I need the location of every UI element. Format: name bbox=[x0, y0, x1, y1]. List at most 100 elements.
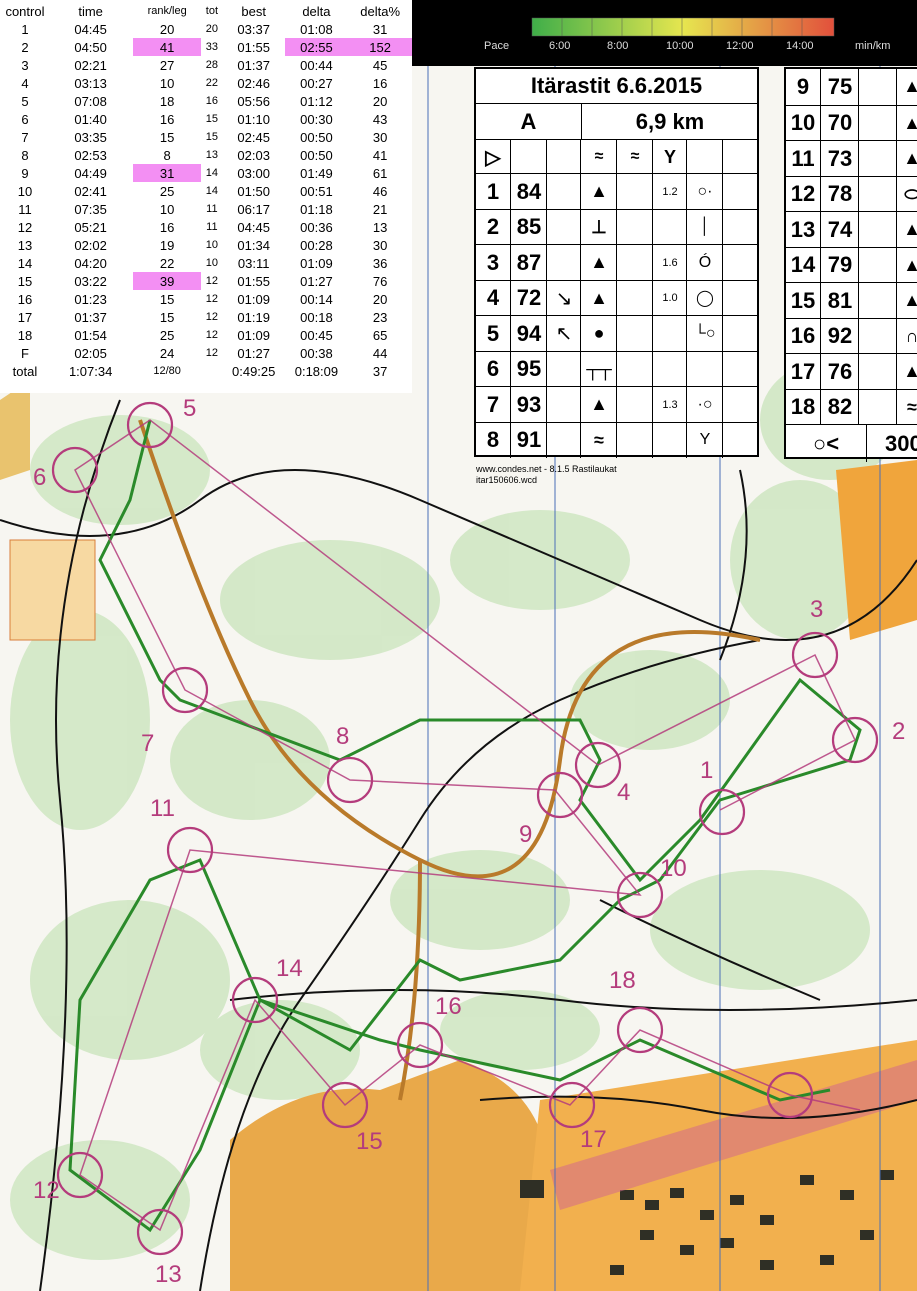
split-cell-best: 01:37 bbox=[237, 57, 270, 73]
split-cell-best: 01:09 bbox=[237, 291, 270, 307]
split-cell-time: 04:49 bbox=[74, 165, 107, 181]
position-icon bbox=[686, 351, 723, 387]
split-cell-tot: 10 bbox=[205, 239, 218, 251]
split-cell-tot: 33 bbox=[205, 41, 218, 53]
description-row: 4 72 ↘ ▲ 1.0 ◯ bbox=[476, 279, 757, 316]
total-cell-pct: 37 bbox=[372, 363, 388, 379]
header-tot: tot bbox=[205, 5, 218, 17]
split-cell-delta: 00:44 bbox=[300, 57, 333, 73]
split-cell-control: 3 bbox=[21, 57, 29, 73]
control-label-4: 4 bbox=[617, 779, 631, 806]
description-row: 14 79 ▲ bbox=[786, 246, 917, 283]
pace-tick-6: 6:00 bbox=[549, 40, 571, 52]
split-cell-delta: 00:18 bbox=[300, 309, 333, 325]
control-number: 16 bbox=[790, 323, 816, 349]
split-cell-pct: 31 bbox=[372, 21, 388, 37]
control-number: 11 bbox=[791, 145, 815, 171]
split-cell-delta: 00:45 bbox=[300, 327, 333, 343]
cell bbox=[722, 245, 758, 281]
dimension: 1.3 bbox=[652, 387, 687, 423]
direction-icon bbox=[546, 174, 581, 210]
control-code: 93 bbox=[510, 387, 547, 423]
description-row: 11 73 ▲ bbox=[786, 140, 917, 177]
description-row: 8 91 ≈ Y bbox=[476, 421, 757, 458]
control-code: 73 bbox=[820, 141, 859, 177]
split-cell-tot: 10 bbox=[205, 257, 218, 269]
split-row: 8 02:53 8 13 02:03 00:50 41 bbox=[2, 146, 412, 164]
control-label-2: 2 bbox=[892, 718, 906, 745]
split-cell-delta: 00:27 bbox=[300, 75, 333, 91]
feature-icon: ▲ bbox=[580, 387, 617, 423]
split-cell-control: 1 bbox=[21, 21, 29, 37]
split-row: 1 04:45 20 20 03:37 01:08 31 bbox=[2, 20, 412, 38]
split-cell-tot: 16 bbox=[205, 95, 218, 107]
cell bbox=[722, 140, 758, 174]
split-header-row: control time rank/leg tot best delta del… bbox=[2, 2, 412, 20]
cell bbox=[858, 69, 897, 105]
split-cell-control: 14 bbox=[17, 255, 33, 271]
split-cell-control: 16 bbox=[17, 291, 33, 307]
control-number: 17 bbox=[790, 358, 816, 384]
cell bbox=[858, 105, 897, 141]
feature-icon: ● bbox=[580, 316, 617, 352]
dimension bbox=[652, 209, 687, 245]
split-cell-delta: 00:38 bbox=[300, 345, 333, 361]
pace-label: Pace bbox=[484, 40, 510, 52]
split-cell-best: 06:17 bbox=[237, 201, 270, 217]
footer-software: www.condes.net - 8.1.5 Rastilaukat bbox=[476, 464, 617, 474]
cell bbox=[616, 387, 653, 423]
finish-row: ○< 300 bbox=[786, 424, 917, 462]
cell bbox=[858, 176, 897, 212]
split-cell-pct: 21 bbox=[372, 201, 388, 217]
split-total-row: total 1:07:34 12/80 0:49:25 0:18:09 37 bbox=[2, 362, 412, 380]
direction-icon: ↘ bbox=[546, 280, 581, 316]
split-cell-rank: 10 bbox=[159, 75, 175, 91]
dimension: 1.6 bbox=[652, 245, 687, 281]
split-cell-tot: 14 bbox=[205, 185, 218, 197]
split-row: 5 07:08 18 16 05:56 01:12 20 bbox=[2, 92, 412, 110]
control-number: 8 bbox=[486, 427, 500, 453]
description-row: 3 87 ▲ 1.6 Ó bbox=[476, 244, 757, 281]
split-cell-rank: 16 bbox=[159, 111, 175, 127]
description-row: 7 93 ▲ 1.3 ·○ bbox=[476, 386, 757, 423]
control-label-8: 8 bbox=[336, 723, 350, 750]
control-label-14: 14 bbox=[276, 955, 303, 982]
control-number: 10 bbox=[790, 110, 816, 136]
control-number: 6 bbox=[486, 356, 500, 382]
position-icon: ○· bbox=[686, 174, 723, 210]
split-cell-control: 17 bbox=[17, 309, 33, 325]
split-cell-tot: 14 bbox=[205, 167, 218, 179]
feature-icon: ⬭ bbox=[896, 176, 917, 212]
cell bbox=[858, 354, 897, 390]
split-cell-rank: 15 bbox=[159, 309, 175, 325]
split-cell-pct: 45 bbox=[372, 57, 388, 73]
cell bbox=[510, 140, 547, 174]
cell bbox=[616, 174, 653, 210]
control-code: 95 bbox=[510, 351, 547, 387]
split-cell-time: 05:21 bbox=[74, 219, 107, 235]
split-row: 16 01:23 15 12 01:09 00:14 20 bbox=[2, 290, 412, 308]
control-code: 75 bbox=[820, 69, 859, 105]
course-row: A 6,9 km bbox=[476, 103, 757, 140]
split-cell-tot: 12 bbox=[205, 347, 218, 359]
split-cell-pct: 43 bbox=[372, 111, 388, 127]
control-number: 15 bbox=[790, 287, 816, 313]
feature-icon: ▲ bbox=[580, 174, 617, 210]
split-cell-time: 07:08 bbox=[74, 93, 107, 109]
split-cell-time: 07:35 bbox=[74, 201, 107, 217]
total-cell-tot bbox=[201, 362, 223, 380]
control-label-11: 11 bbox=[150, 795, 175, 822]
cell bbox=[858, 141, 897, 177]
split-cell-best: 02:45 bbox=[237, 129, 270, 145]
feature-icon: ▲ bbox=[896, 283, 917, 319]
total-cell-rank: 12/80 bbox=[153, 365, 181, 377]
split-cell-time: 02:41 bbox=[74, 183, 107, 199]
control-label-12: 12 bbox=[33, 1177, 60, 1204]
control-code: 84 bbox=[510, 174, 547, 210]
cell bbox=[546, 140, 581, 174]
split-cell-delta: 00:28 bbox=[300, 237, 333, 253]
control-description-sheet-2: 9 75 ▲ 10 70 ▲ 11 73 ▲ 12 78 ⬭ 13 74 ▲ 14 79 ▲ 15 81 ▲ 16 92 ∩ 1… bbox=[784, 67, 917, 462]
split-cell-best: 03:00 bbox=[237, 165, 270, 181]
cell bbox=[722, 351, 758, 387]
split-cell-delta: 00:36 bbox=[300, 219, 333, 235]
